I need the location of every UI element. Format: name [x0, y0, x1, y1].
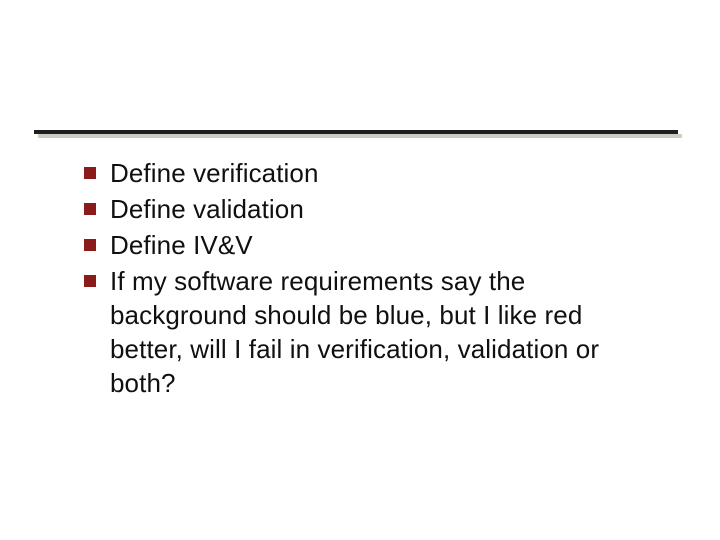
bullet-list: Define verification Define validation De… — [84, 156, 644, 402]
list-item: If my software requirements say the back… — [84, 264, 644, 400]
list-item: Define IV&V — [84, 228, 644, 262]
square-bullet-icon — [84, 275, 96, 287]
square-bullet-icon — [84, 203, 96, 215]
list-item-text: Define IV&V — [110, 228, 644, 262]
slide: Define verification Define validation De… — [0, 0, 720, 540]
list-item-text: Define validation — [110, 192, 644, 226]
list-item: Define validation — [84, 192, 644, 226]
square-bullet-icon — [84, 167, 96, 179]
title-rule — [34, 130, 678, 134]
title-rule-shadow — [38, 134, 682, 138]
list-item-text: If my software requirements say the back… — [110, 264, 644, 400]
square-bullet-icon — [84, 239, 96, 251]
list-item-text: Define verification — [110, 156, 644, 190]
list-item: Define verification — [84, 156, 644, 190]
